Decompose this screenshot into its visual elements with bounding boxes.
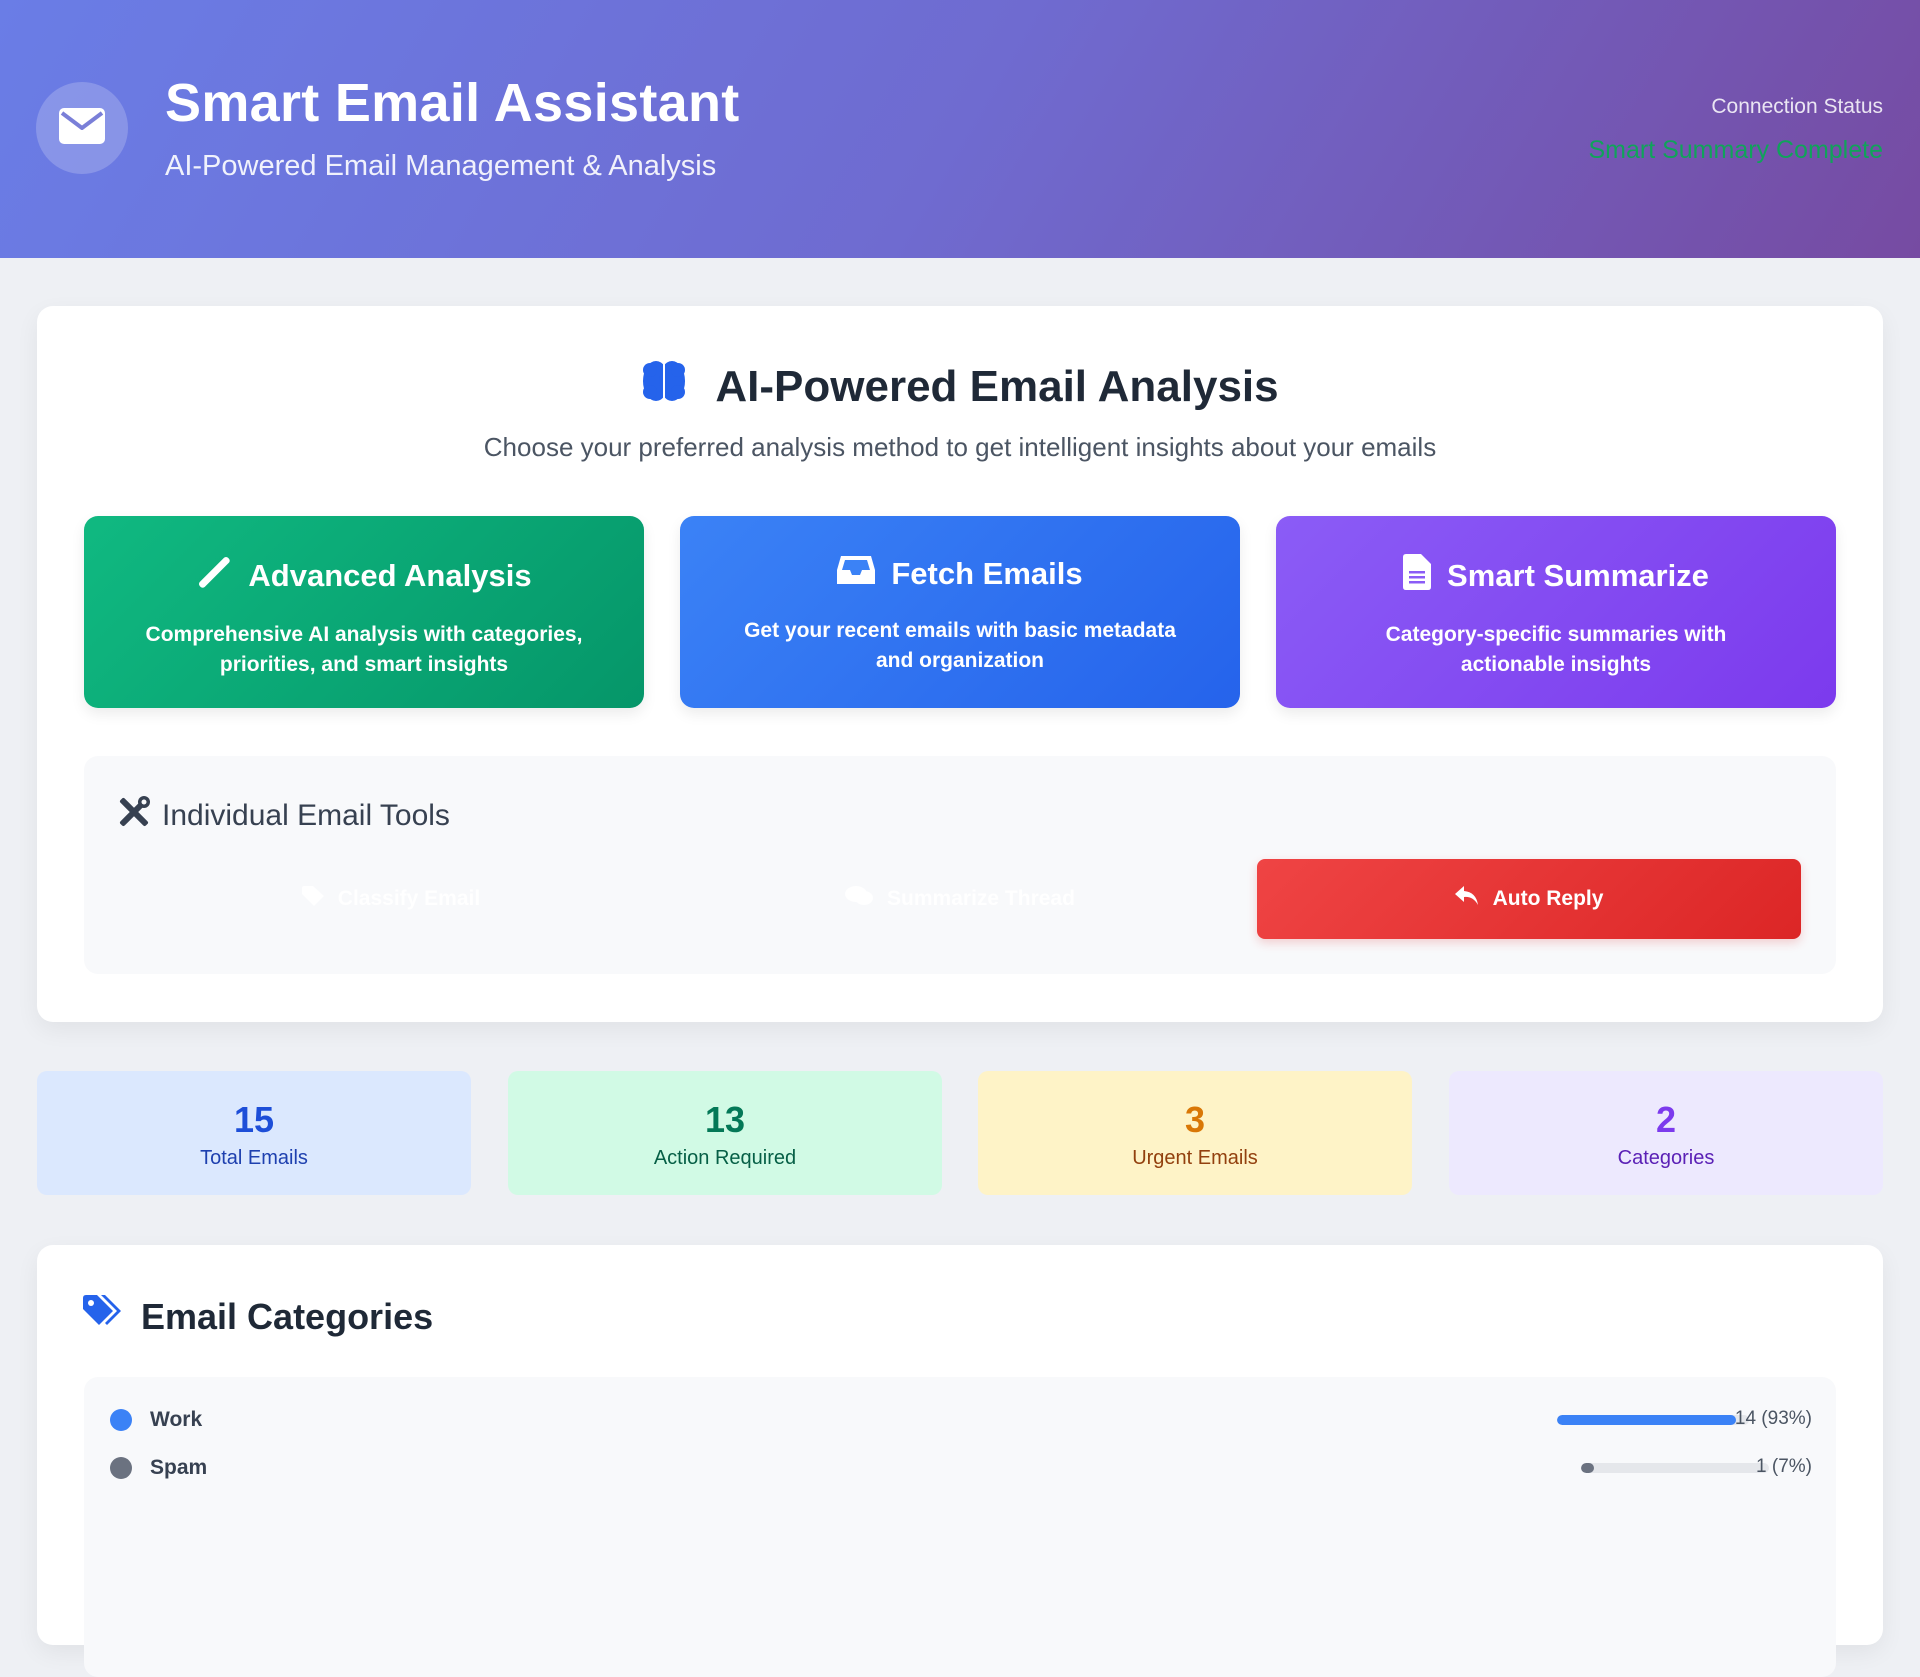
analysis-title-row: AI-Powered Email Analysis — [37, 358, 1883, 415]
tools-title: Individual Email Tools — [162, 799, 450, 832]
stat-label: Urgent Emails — [1132, 1147, 1258, 1169]
connection-status-value: Smart Summary Complete — [1588, 136, 1883, 164]
tags-icon — [83, 1295, 123, 1338]
stat-total-emails: 15 Total Emails — [37, 1071, 471, 1195]
categories-title-row: Email Categories — [83, 1295, 433, 1338]
document-icon — [1403, 554, 1432, 598]
auto-reply-button[interactable]: Auto Reply — [1257, 859, 1801, 939]
stat-value: 13 — [704, 1099, 746, 1140]
reply-icon — [1454, 886, 1479, 912]
inbox-icon — [837, 554, 876, 594]
category-row-spam[interactable]: Spam 1 (7%) — [84, 1453, 1836, 1483]
smart-summarize-button[interactable]: Smart Summarize Category-specific summar… — [1276, 516, 1836, 708]
app-title: Smart Email Assistant — [165, 73, 740, 133]
stat-action-required: 13 Action Required — [508, 1071, 942, 1195]
category-progress-fill — [1581, 1463, 1595, 1473]
auto-reply-label: Auto Reply — [1492, 887, 1604, 910]
wand-icon — [196, 554, 232, 598]
category-list: Work 14 (93%) Spam 1 (7%) — [84, 1377, 1836, 1677]
individual-tools-section: Individual Email Tools Classify Email Su… — [84, 756, 1836, 974]
category-count: 14 (93%) — [1734, 1408, 1812, 1429]
category-name: Work — [150, 1408, 203, 1431]
summarize-thread-label: Summarize Thread — [887, 887, 1075, 910]
classify-email-label: Classify Email — [337, 887, 481, 910]
stat-categories: 2 Categories — [1449, 1071, 1883, 1195]
categories-title: Email Categories — [141, 1295, 434, 1337]
brain-icon — [641, 358, 687, 415]
logo — [36, 82, 128, 174]
envelope-icon — [59, 107, 105, 149]
summarize-thread-button[interactable]: Summarize Thread — [688, 859, 1232, 939]
tag-icon — [301, 886, 324, 912]
advanced-analysis-desc: Comprehensive AI analysis with categorie… — [145, 623, 583, 676]
stat-value: 2 — [1655, 1099, 1677, 1140]
stat-label: Action Required — [653, 1147, 797, 1169]
category-name: Spam — [150, 1456, 208, 1479]
category-progress-bar — [1557, 1415, 1749, 1425]
advanced-analysis-button[interactable]: Advanced Analysis Comprehensive AI analy… — [84, 516, 644, 708]
fetch-emails-label: Fetch Emails — [891, 556, 1083, 591]
categories-panel: Email Categories Work 14 (93%) Spam 1 (7… — [37, 1245, 1883, 1677]
category-count: 1 (7%) — [1756, 1456, 1812, 1477]
category-color-dot — [110, 1457, 132, 1479]
connection-status-label: Connection Status — [1711, 95, 1883, 118]
analysis-title: AI-Powered Email Analysis — [715, 361, 1279, 411]
category-progress-bar — [1581, 1463, 1769, 1473]
smart-summarize-desc: Category-specific summaries with actiona… — [1385, 623, 1727, 676]
stat-value: 3 — [1184, 1099, 1206, 1140]
app-subtitle: AI-Powered Email Management & Analysis — [165, 150, 717, 182]
comments-icon — [845, 885, 874, 913]
stat-urgent-emails: 3 Urgent Emails — [978, 1071, 1412, 1195]
stat-label: Total Emails — [200, 1147, 308, 1169]
tools-title-row: Individual Email Tools — [118, 796, 450, 836]
analysis-panel: AI-Powered Email Analysis Choose your pr… — [37, 306, 1883, 1022]
advanced-analysis-label: Advanced Analysis — [248, 558, 532, 593]
smart-summarize-label: Smart Summarize — [1447, 558, 1709, 593]
analysis-subtitle: Choose your preferred analysis method to… — [483, 432, 1437, 462]
category-row-work[interactable]: Work 14 (93%) — [84, 1405, 1836, 1435]
stat-value: 15 — [233, 1099, 275, 1140]
fetch-emails-button[interactable]: Fetch Emails Get your recent emails with… — [680, 516, 1240, 708]
fetch-emails-desc: Get your recent emails with basic metada… — [744, 619, 1176, 672]
category-progress-fill — [1557, 1415, 1736, 1425]
stat-label: Categories — [1617, 1147, 1715, 1169]
classify-email-button[interactable]: Classify Email — [119, 859, 663, 939]
tools-icon — [118, 796, 150, 836]
category-color-dot — [110, 1409, 132, 1431]
app-header: Smart Email Assistant AI-Powered Email M… — [0, 0, 1920, 258]
